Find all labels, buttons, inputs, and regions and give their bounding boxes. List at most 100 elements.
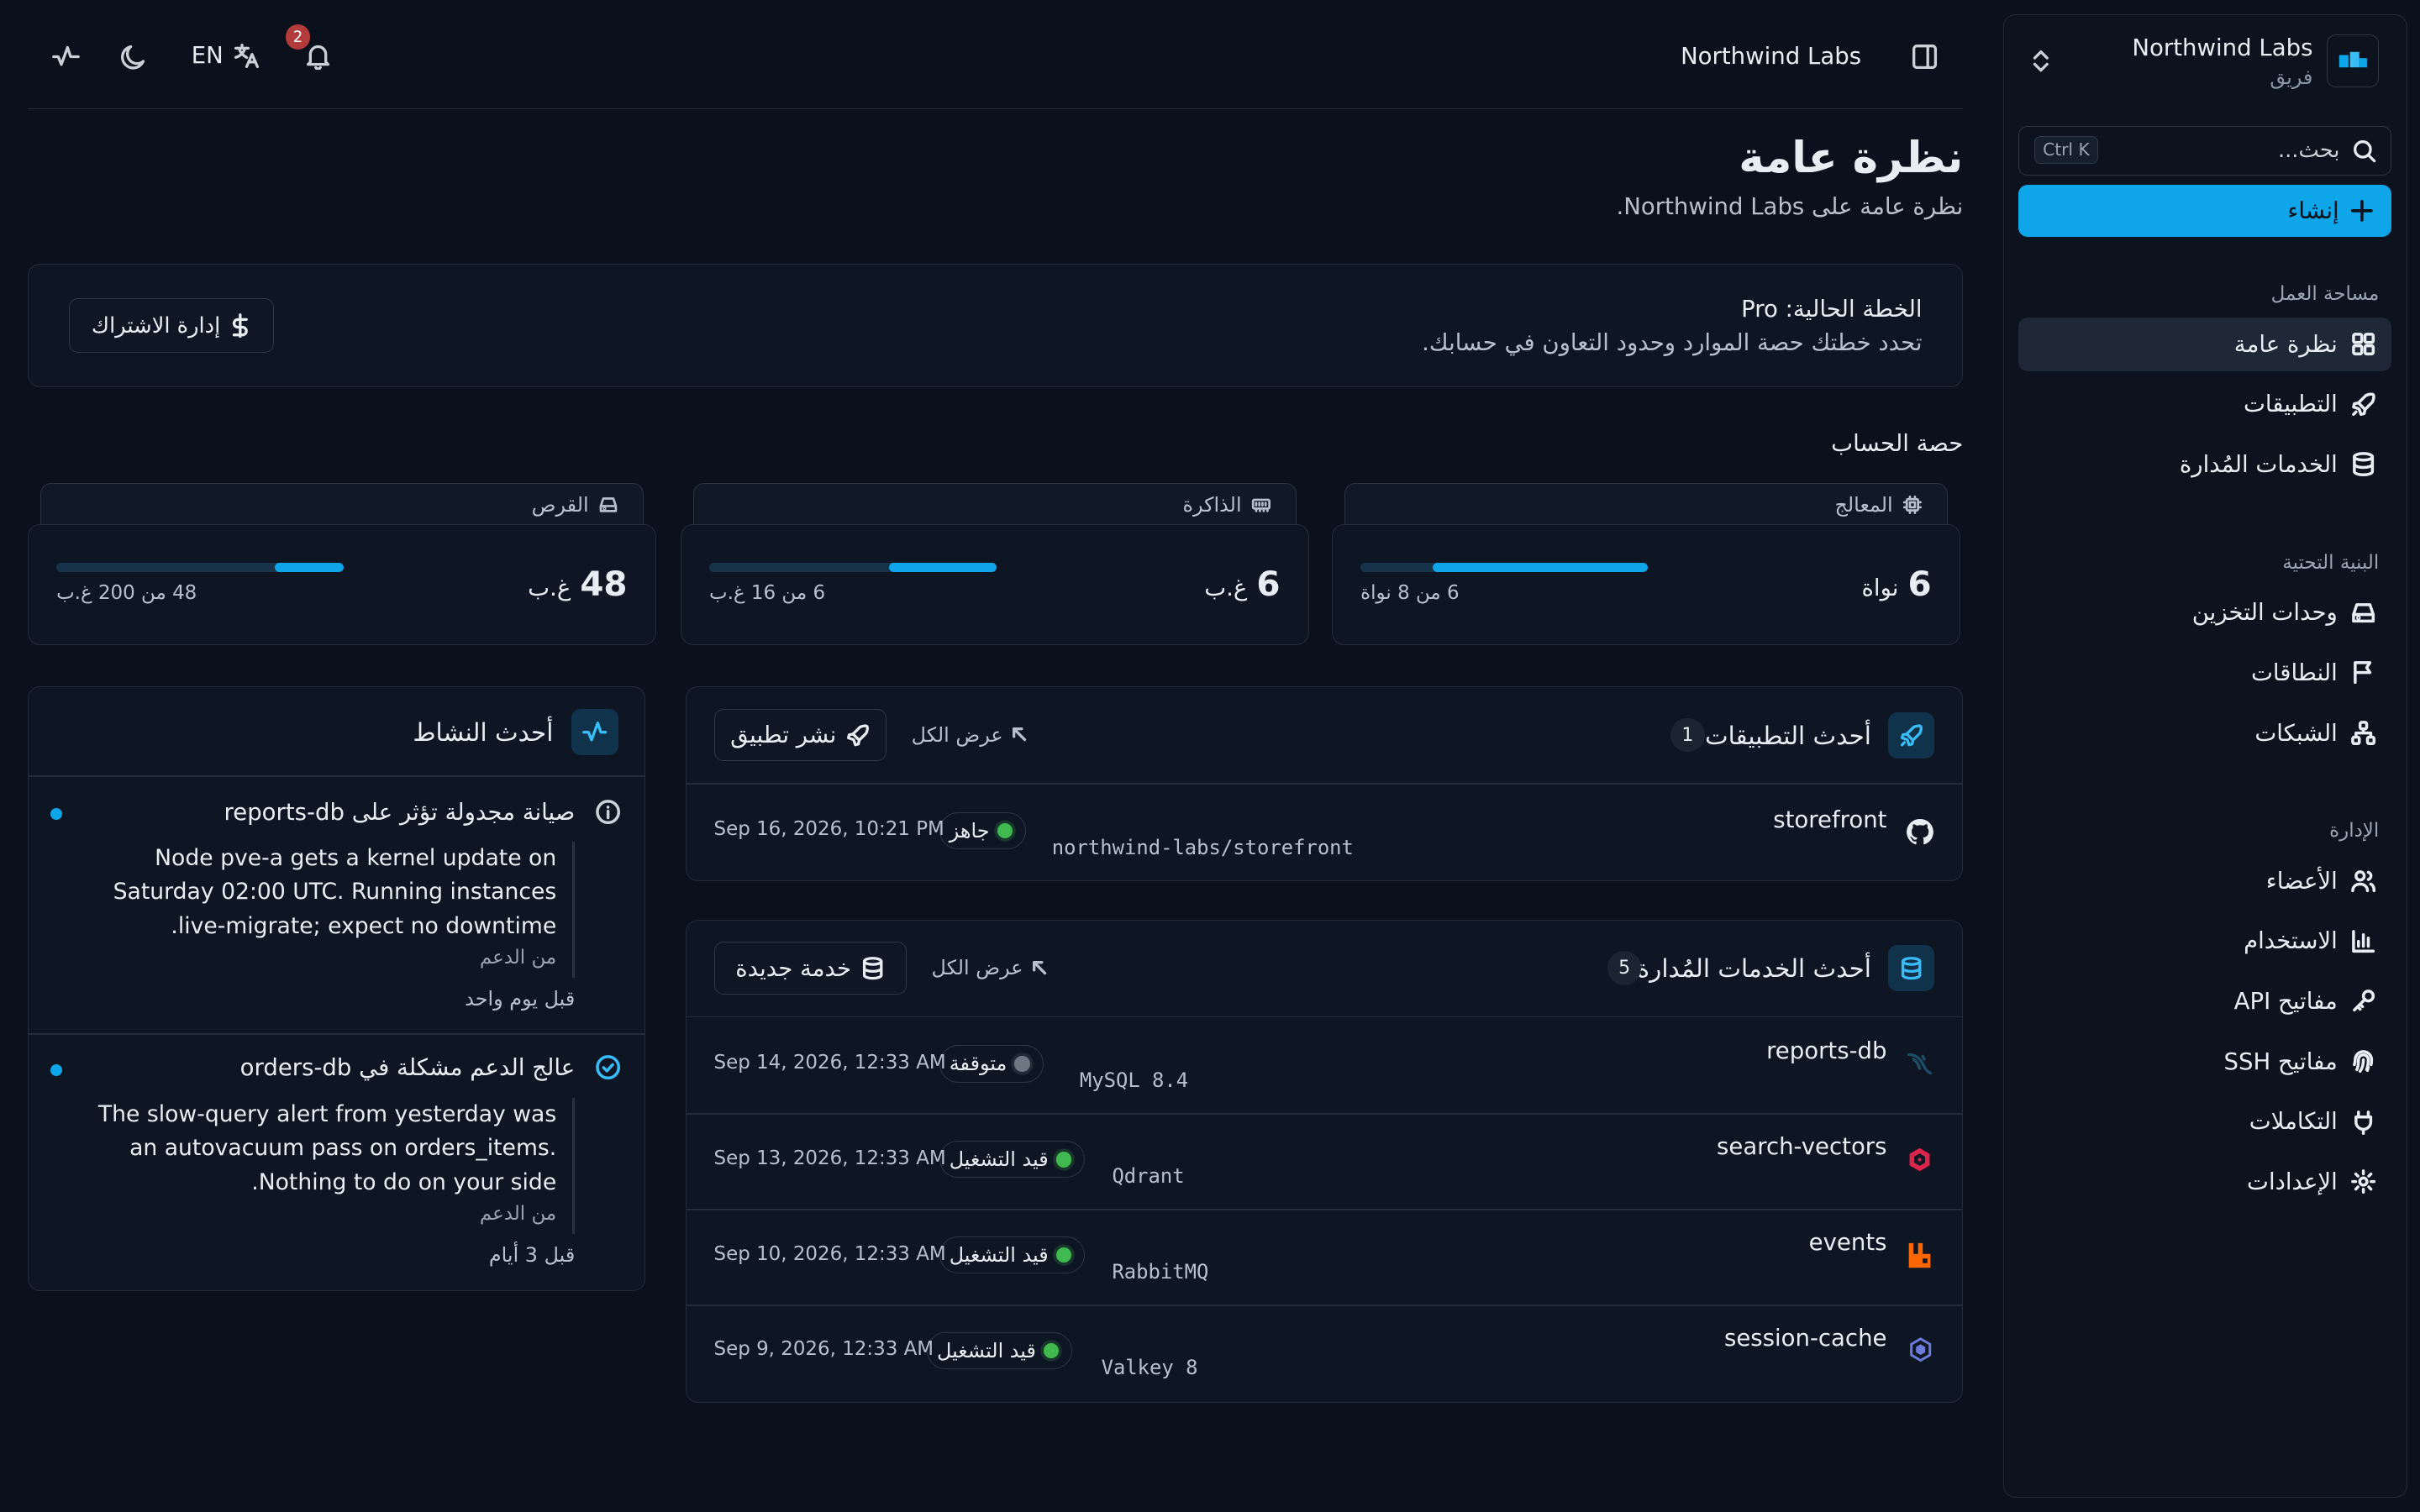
app-source: northwind-labs/storefront <box>1051 835 1354 859</box>
info-icon <box>595 799 621 825</box>
sidebar-item-label: وحدات التخزين <box>2191 599 2338 627</box>
apps-view-all-label: عرض الكل <box>911 722 1003 747</box>
quota-detail: 6 من 16 غ.ب <box>709 582 826 605</box>
activity-pulse-button[interactable] <box>52 43 81 71</box>
quota-title: حصة الحساب <box>1831 430 1964 458</box>
activity-item[interactable]: عالج الدعم مشكلة في orders-db The slow-qu… <box>29 1033 643 1289</box>
plan-card: الخطة الحالية: Pro تحدد خطتك حصة الموارد… <box>28 264 1964 388</box>
service-engine: RabbitMQ <box>1112 1259 1209 1284</box>
page-subtitle: نظرة عامة على Northwind Labs. <box>1616 192 1964 220</box>
status-label: قيد التشغيل <box>949 1243 1049 1268</box>
activity-thread-line <box>571 1097 576 1234</box>
language-code: EN <box>191 42 224 70</box>
quota-value: 6 <box>1907 564 1932 605</box>
create-label: إنشاء <box>2287 197 2339 224</box>
quota-card: 48 غ.ب 48 من 200 غ.ب <box>28 524 656 645</box>
sidebar-item[interactable]: الأعضاء <box>2018 854 2391 908</box>
service-row[interactable]: session-cache Valkey 8 قيد التشغيل Sep 9, 2… <box>687 1305 1961 1400</box>
notifications-badge: 2 <box>285 24 311 50</box>
database-icon <box>860 956 885 980</box>
sidebar-item[interactable]: النطاقات <box>2018 646 2391 700</box>
app-name: storefront <box>1773 806 1887 833</box>
status-dot <box>1055 1152 1072 1168</box>
quota-value-wrap: 6 نواة <box>1861 564 1931 604</box>
quota-unit: غ.ب <box>1204 575 1248 602</box>
quota-value-wrap: 48 غ.ب <box>528 564 627 604</box>
activity-item[interactable]: صيانة مجدولة تؤثر على reports-db Node pve… <box>29 777 643 1033</box>
sidebar-item[interactable]: وحدات التخزين <box>2018 585 2391 639</box>
sidebar-item[interactable]: مفاتيح SSH <box>2018 1035 2391 1089</box>
sidebar-item[interactable]: مفاتيح API <box>2018 974 2391 1028</box>
sidebar-item-label: مفاتيح API <box>2233 988 2338 1016</box>
rocket-icon <box>845 723 870 748</box>
status-badge: جاهز <box>939 812 1026 850</box>
language-button[interactable]: EN <box>192 42 260 70</box>
quota-detail: 6 من 8 نواة <box>1360 582 1460 605</box>
org-name: Northwind Labs <box>2132 34 2313 62</box>
sidebar-item-label: النطاقات <box>2250 659 2338 686</box>
sidebar-item-label: الخدمات المُدارة <box>2179 450 2338 478</box>
manage-subscription-button[interactable]: إدارة الاشتراك <box>68 298 275 353</box>
topbar: Northwind Labs EN 2 <box>28 0 1964 110</box>
quota-progress-track <box>56 562 344 572</box>
status-dot <box>1055 1247 1072 1263</box>
quota-card: 6 غ.ب 6 من 16 غ.ب <box>681 524 1309 645</box>
deploy-app-label: نشر تطبيق <box>730 722 837 749</box>
quota-label: الذاكرة <box>1182 492 1242 517</box>
sidebar-item[interactable]: الاستخدام <box>2018 914 2391 968</box>
sidebar-item-label: التكاملات <box>2249 1108 2338 1136</box>
unread-dot <box>50 807 63 821</box>
service-row[interactable]: reports-db MySQL 8.4 متوقفة Sep 14, 2026, 1… <box>687 1017 1961 1113</box>
service-row[interactable]: search-vectors Qdrant قيد التشغيل Sep 13, 2… <box>687 1113 1961 1209</box>
status-badge: قيد التشغيل <box>939 1141 1085 1179</box>
sidebar-item[interactable]: نظرة عامة <box>2018 317 2392 371</box>
status-dot <box>1044 1342 1060 1359</box>
sidebar-item-label: الاستخدام <box>2244 927 2338 955</box>
nav-section-title: مساحة العمل <box>2270 283 2380 306</box>
new-service-button[interactable]: خدمة جديدة <box>713 942 908 995</box>
sidebar-item[interactable]: الخدمات المُدارة <box>2018 438 2391 491</box>
services-view-all-label: عرض الكل <box>931 955 1023 979</box>
plug-icon <box>2350 1109 2376 1135</box>
sidebar-item-label: الإعدادات <box>2247 1168 2338 1195</box>
toggle-sidebar-button[interactable] <box>1911 43 1939 71</box>
plan-description: تحدد خطتك حصة الموارد وحدود التعاون في ح… <box>1422 329 1923 357</box>
create-button[interactable]: إنشاء <box>2018 184 2392 237</box>
status-dot <box>997 822 1013 839</box>
quota-label-wrap: الذاكرة <box>1183 493 1271 517</box>
org-switcher[interactable]: Northwind Labs فريق <box>2004 15 2408 111</box>
key-icon <box>2350 988 2376 1014</box>
quota-tab: القرص <box>39 482 644 529</box>
status-dot <box>1014 1056 1030 1072</box>
deploy-app-button[interactable]: نشر تطبيق <box>713 709 887 762</box>
services-count: 5 <box>1607 951 1642 985</box>
apps-count: 1 <box>1670 718 1705 753</box>
sidebar-item[interactable]: الشبكات <box>2018 706 2391 759</box>
hard-drive-icon <box>2350 600 2376 626</box>
theme-toggle-button[interactable] <box>118 42 150 73</box>
quota-value: 6 <box>1256 564 1281 605</box>
status-label: قيد التشغيل <box>949 1147 1049 1172</box>
sidebar-item[interactable]: التكاملات <box>2018 1095 2391 1148</box>
quota-label: القرص <box>531 492 589 517</box>
service-status: متوقفة <box>939 1045 1044 1083</box>
sidebar-item-label: مفاتيح SSH <box>2223 1047 2338 1075</box>
activity-thread-line <box>571 842 576 978</box>
quota-label-wrap: المعالج <box>1835 493 1923 517</box>
quota-tab: الذاكرة <box>692 482 1297 529</box>
app-row[interactable]: storefront northwind-labs/storefront جاهز S… <box>687 785 1961 880</box>
sidebar-item[interactable]: التطبيقات <box>2018 377 2391 431</box>
database-icon <box>2350 451 2376 477</box>
search-input[interactable]: بحث... Ctrl K <box>2018 125 2392 176</box>
apps-card: أحدث التطبيقات 1 نشر تطبيق عرض الكل stor… <box>685 686 1964 881</box>
notifications-button[interactable] <box>304 42 332 70</box>
status-label: قيد التشغيل <box>937 1339 1036 1363</box>
org-logo <box>2326 34 2380 87</box>
service-row[interactable]: events RabbitMQ قيد التشغيل Sep 10, 2026, 1… <box>687 1209 1961 1305</box>
sidebar-item[interactable]: الإعدادات <box>2018 1155 2391 1209</box>
bar-chart-icon <box>2350 928 2376 954</box>
apps-view-all-link[interactable]: عرض الكل <box>912 723 1028 747</box>
services-view-all-link[interactable]: عرض الكل <box>932 956 1048 979</box>
plus-icon <box>2351 199 2374 222</box>
quota-value: 48 <box>580 564 628 605</box>
